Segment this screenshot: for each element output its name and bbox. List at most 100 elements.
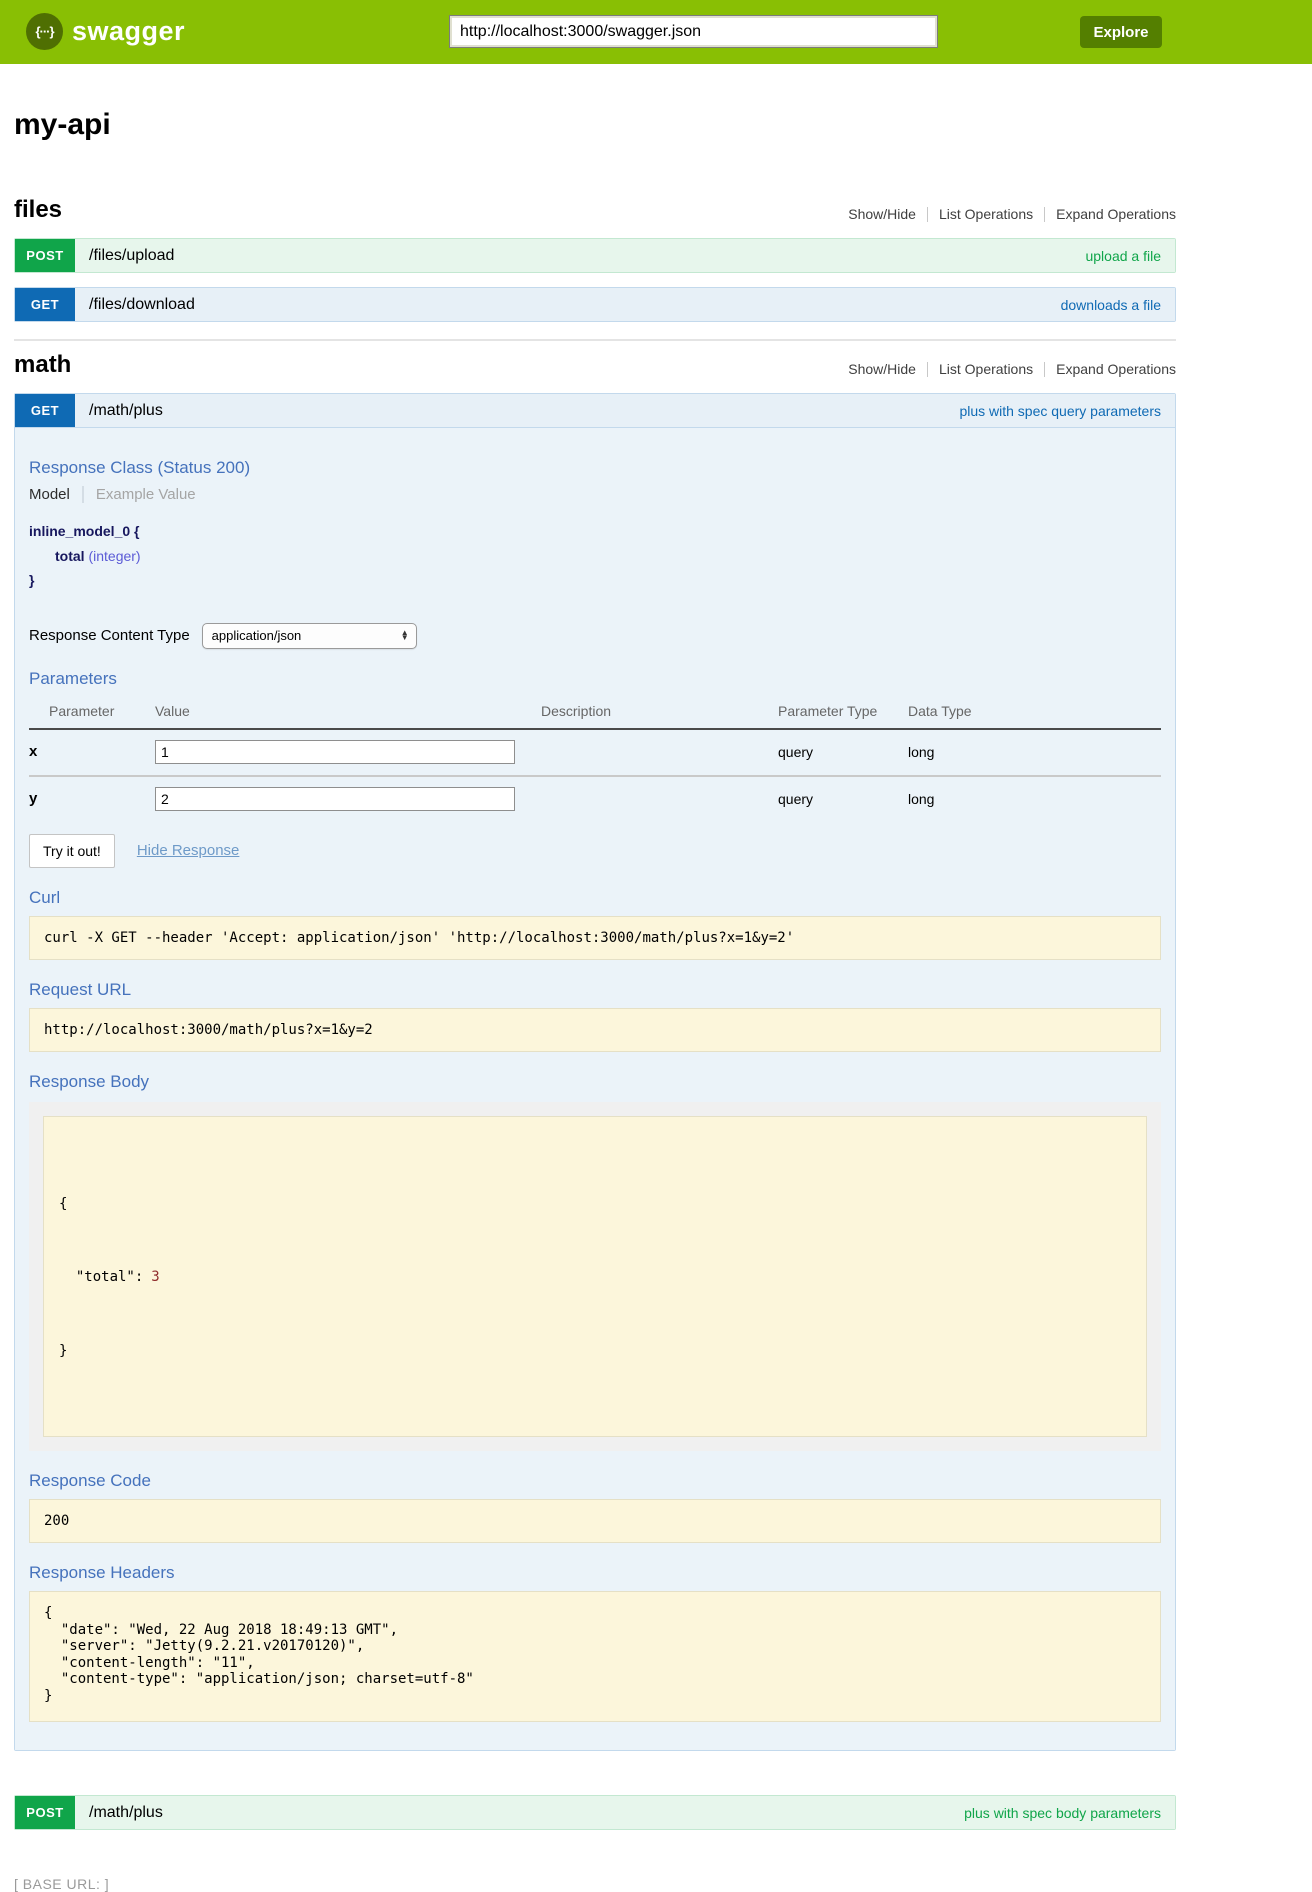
parameter-row-y: y query long [29,776,1161,822]
section-controls: Show/Hide List Operations Expand Operati… [848,206,1176,224]
parameter-description [541,776,778,822]
controls-separator [1044,362,1045,377]
section-files: files Show/Hide List Operations Expand O… [14,196,1176,322]
operation-heading[interactable]: GET /files/download downloads a file [15,288,1175,321]
parameter-x-input[interactable] [155,740,515,764]
parameter-type: query [778,776,908,822]
operation-heading[interactable]: GET /math/plus plus with spec query para… [15,394,1175,427]
section-title-math: math [14,351,71,379]
operation-summary-link[interactable]: downloads a file [1061,297,1161,313]
get-method-badge: GET [15,288,75,321]
parameter-name: x [29,729,155,776]
parameter-name: y [29,776,155,822]
operation-post-files-upload: POST /files/upload upload a file [14,238,1176,273]
model-close-brace: } [29,568,1161,593]
section-title-files: files [14,196,62,224]
hide-response-link[interactable]: Hide Response [137,842,240,859]
curl-heading: Curl [29,888,1161,908]
try-it-out-button[interactable]: Try it out! [29,834,115,868]
show-hide-link[interactable]: Show/Hide [848,206,916,222]
model-property: total (integer) [29,544,1161,569]
list-operations-link[interactable]: List Operations [939,206,1033,222]
json-total-line: "total": 3 [59,1265,1131,1290]
json-value: 3 [151,1269,159,1285]
operation-get-files-download: GET /files/download downloads a file [14,287,1176,322]
try-it-out-row: Try it out! Hide Response [29,834,1161,868]
json-close-brace: } [59,1339,1131,1364]
model-open-brace: inline_model_0 { [29,519,1161,544]
operation-summary-link[interactable]: plus with spec query parameters [959,403,1161,419]
expand-operations-link[interactable]: Expand Operations [1056,206,1176,222]
operation-get-math-plus: GET /math/plus plus with spec query para… [14,393,1176,1751]
response-content-type-label: Response Content Type [29,627,190,644]
parameter-type: query [778,729,908,776]
json-key: "total": [76,1269,143,1285]
response-content-type-row: Response Content Type application/json ▲… [29,623,1161,649]
parameter-row-x: x query long [29,729,1161,776]
controls-separator [927,362,928,377]
parameters-heading: Parameters [29,669,1161,689]
operation-path-link[interactable]: /math/plus [89,402,163,420]
base-url-footer: [ BASE URL: ] [14,1876,1176,1892]
page-title: my-api [14,108,1176,142]
response-code-heading: Response Code [29,1471,1161,1491]
parameter-data-type: long [908,729,1161,776]
post-method-badge: POST [15,239,75,272]
section-math: math Show/Hide List Operations Expand Op… [14,351,1176,1830]
response-headers-heading: Response Headers [29,1563,1161,1583]
brand-title: swagger [72,16,185,47]
column-header-data-type: Data Type [908,697,1161,729]
explore-button[interactable]: Explore [1080,16,1162,48]
operation-heading[interactable]: POST /math/plus plus with spec body para… [15,1796,1175,1829]
parameters-table: Parameter Value Description Parameter Ty… [29,697,1161,822]
request-url-code: http://localhost:3000/math/plus?x=1&y=2 [29,1008,1161,1052]
model-property-type: (integer) [88,548,140,564]
controls-separator [1044,207,1045,222]
column-header-description: Description [541,697,778,729]
post-method-badge: POST [15,1796,75,1829]
section-controls: Show/Hide List Operations Expand Operati… [848,361,1176,379]
section-divider [14,339,1176,341]
model-tabs: Model Example Value [29,486,1161,503]
selected-content-type: application/json [212,628,302,643]
operation-path-link[interactable]: /math/plus [89,1804,163,1822]
response-headers-code: { "date": "Wed, 22 Aug 2018 18:49:13 GMT… [29,1591,1161,1722]
expand-operations-link[interactable]: Expand Operations [1056,361,1176,377]
operation-summary-link[interactable]: plus with spec body parameters [964,1805,1161,1821]
response-class-heading: Response Class (Status 200) [29,458,1161,478]
response-code-value: 200 [29,1499,1161,1543]
tab-example-value[interactable]: Example Value [84,486,196,503]
response-body-code: { "total": 3 } [43,1116,1147,1438]
model-property-name: total [55,548,85,564]
request-url-heading: Request URL [29,980,1161,1000]
list-operations-link[interactable]: List Operations [939,361,1033,377]
column-header-value: Value [155,697,541,729]
select-arrows-icon: ▲▼ [401,631,409,640]
controls-separator [927,207,928,222]
tab-model[interactable]: Model [29,486,84,503]
json-open-brace: { [59,1192,1131,1217]
parameter-y-input[interactable] [155,787,515,811]
model-signature: inline_model_0 { total (integer) } [29,519,1161,593]
operation-path-link[interactable]: /files/upload [89,247,174,265]
parameter-description [541,729,778,776]
column-header-parameter-type: Parameter Type [778,697,908,729]
operation-summary-link[interactable]: upload a file [1085,248,1161,264]
get-method-badge: GET [15,394,75,427]
main-content: my-api files Show/Hide List Operations E… [14,108,1176,1892]
spec-url-input[interactable] [449,15,938,48]
response-body-container: { "total": 3 } [29,1102,1161,1452]
response-content-type-select[interactable]: application/json ▲▼ [202,623,417,649]
operation-heading[interactable]: POST /files/upload upload a file [15,239,1175,272]
swagger-logo-icon: {···} [26,13,63,50]
column-header-parameter: Parameter [29,697,155,729]
operation-expanded-panel: Response Class (Status 200) Model Exampl… [15,427,1175,1750]
show-hide-link[interactable]: Show/Hide [848,361,916,377]
response-body-heading: Response Body [29,1072,1161,1092]
header-bar: {···} swagger Explore [0,0,1312,64]
curl-command-code: curl -X GET --header 'Accept: applicatio… [29,916,1161,960]
operation-post-math-plus: POST /math/plus plus with spec body para… [14,1795,1176,1830]
swagger-logo[interactable]: {···} swagger [26,13,185,50]
operation-path-link[interactable]: /files/download [89,296,195,314]
parameter-data-type: long [908,776,1161,822]
